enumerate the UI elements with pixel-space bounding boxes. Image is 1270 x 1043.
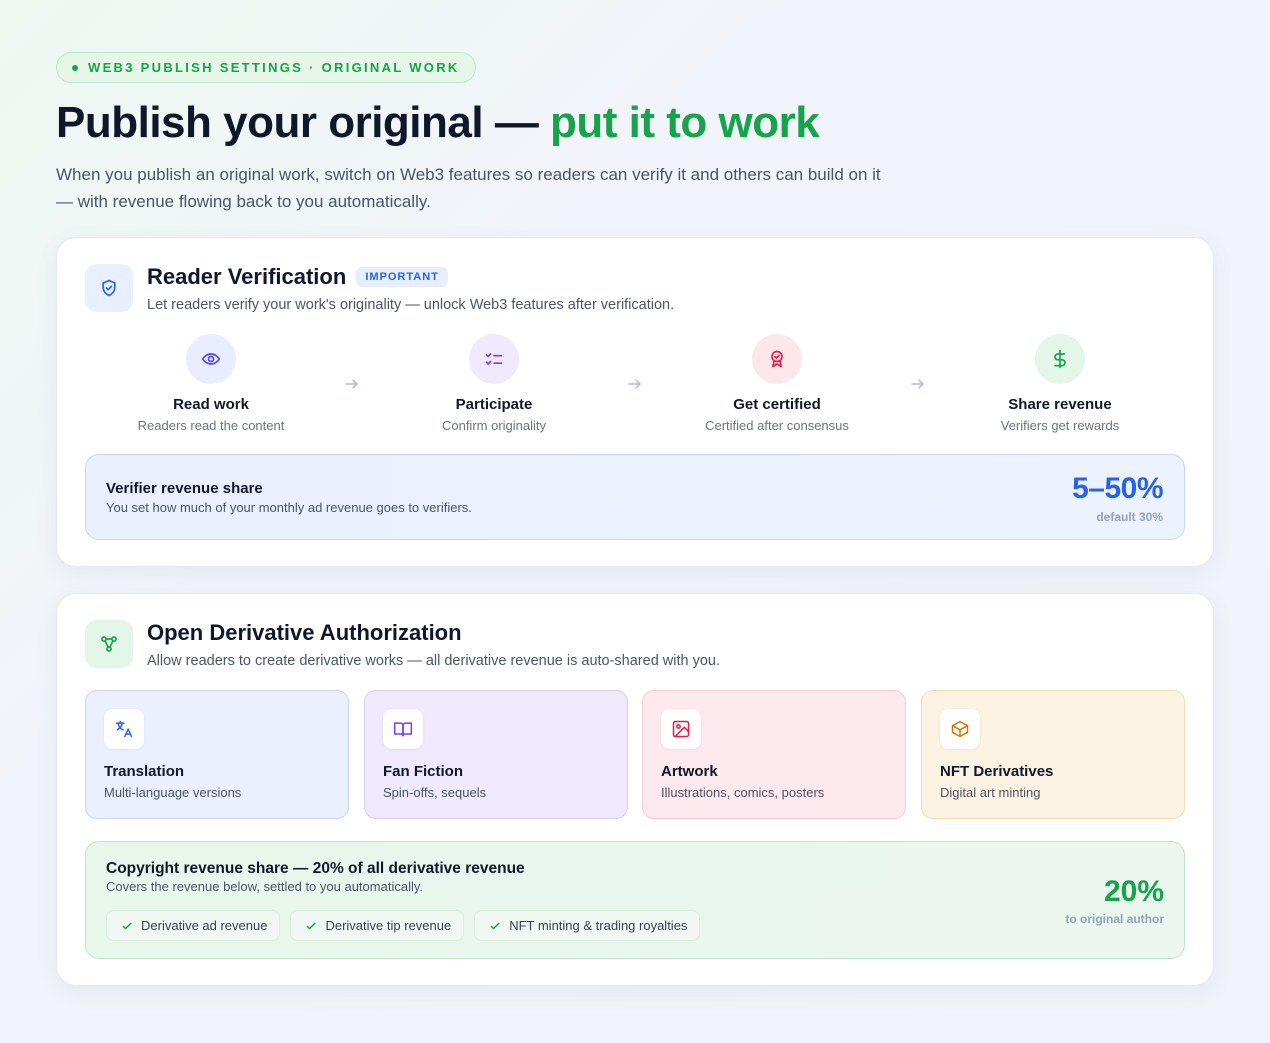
eyebrow-pill: WEB3 PUBLISH SETTINGS · ORIGINAL WORK: [56, 52, 476, 83]
step-subtitle: Readers read the content: [137, 418, 285, 433]
derivative-type-fan-fiction[interactable]: Fan Fiction Spin-offs, sequels: [364, 690, 628, 819]
step-subtitle: Certified after consensus: [705, 418, 849, 433]
reader-verification-card: Reader Verification IMPORTANT Let reader…: [56, 237, 1214, 567]
step-read-work: Read work Readers read the content: [101, 334, 321, 433]
page-title-main: Publish your original —: [56, 98, 551, 147]
step-title: Get certified: [733, 396, 821, 413]
cube-icon: [940, 709, 980, 749]
section-subtitle: Allow readers to create derivative works…: [147, 653, 721, 669]
image-icon: [661, 709, 701, 749]
checklist-icon: [469, 334, 519, 384]
step-subtitle: Confirm originality: [441, 418, 547, 433]
verifier-revenue-share-panel[interactable]: Verifier revenue share You set how much …: [85, 454, 1185, 540]
verification-steps: Read work Readers read the content Parti…: [85, 334, 1185, 444]
arrow-right-icon: [345, 379, 358, 389]
verifier-revenue-range: 5–50%: [1072, 472, 1163, 505]
dollar-icon: [1035, 334, 1085, 384]
step-title: Share revenue: [1008, 396, 1112, 413]
verifier-revenue-subtitle: You set how much of your monthly ad reve…: [106, 500, 472, 515]
copyright-share-note: to original author: [1065, 912, 1164, 926]
derivative-type-artwork[interactable]: Artwork Illustrations, comics, posters: [642, 690, 906, 819]
derivative-authorization-card: Open Derivative Authorization Allow read…: [56, 593, 1214, 986]
revenue-item-chip: Derivative tip revenue: [290, 910, 465, 941]
page-title: Publish your original — put it to work: [56, 98, 1214, 147]
copyright-revenue-share-panel: Copyright revenue share — 20% of all der…: [85, 841, 1185, 959]
derivative-type-subtitle: Multi-language versions: [104, 785, 242, 800]
translate-icon: [104, 709, 144, 749]
page: WEB3 PUBLISH SETTINGS · ORIGINAL WORK Pu…: [56, 52, 1214, 986]
step-title: Participate: [455, 396, 533, 413]
copyright-revenue-title: Copyright revenue share — 20% of all der…: [106, 860, 525, 877]
eyebrow-label: WEB3 PUBLISH SETTINGS · ORIGINAL WORK: [88, 60, 460, 75]
check-icon: [490, 922, 500, 929]
derivative-type-subtitle: Illustrations, comics, posters: [661, 785, 825, 800]
page-intro: When you publish an original work, switc…: [56, 165, 881, 212]
section-header: Open Derivative Authorization Allow read…: [85, 620, 720, 669]
eye-icon: [186, 334, 236, 384]
derivative-type-title: Artwork: [661, 763, 718, 780]
derivative-types: Translation Multi-language versions Fan …: [85, 690, 1185, 819]
revenue-item-chip: Derivative ad revenue: [106, 910, 281, 941]
arrow-right-icon: [628, 379, 641, 389]
derivative-type-translation[interactable]: Translation Multi-language versions: [85, 690, 349, 819]
section-title: Open Derivative Authorization: [147, 620, 462, 645]
section-subtitle: Let readers verify your work's originali…: [147, 297, 675, 313]
derivative-type-subtitle: Spin-offs, sequels: [383, 785, 487, 800]
verifier-revenue-title: Verifier revenue share: [106, 480, 263, 497]
arrow-right-icon: [911, 379, 924, 389]
step-get-certified: Get certified Certified after consensus: [667, 334, 887, 433]
derivative-type-subtitle: Digital art minting: [940, 785, 1041, 800]
derivative-type-title: Translation: [104, 763, 185, 780]
copyright-share-value: 20%: [1103, 875, 1164, 908]
check-icon: [306, 922, 316, 929]
revenue-items: Derivative ad revenue Derivative tip rev…: [106, 910, 701, 941]
revenue-item-chip: NFT minting & trading royalties: [474, 910, 701, 941]
book-icon: [383, 709, 423, 749]
page-title-accent: put it to work: [550, 98, 820, 147]
check-icon: [122, 922, 132, 929]
section-header: Reader Verification IMPORTANT Let reader…: [85, 264, 674, 313]
revenue-item-label: NFT minting & trading royalties: [509, 918, 688, 933]
verifier-revenue-default: default 30%: [1096, 510, 1163, 524]
derivative-type-nft[interactable]: NFT Derivatives Digital art minting: [921, 690, 1185, 819]
copyright-revenue-subtitle: Covers the revenue below, settled to you…: [106, 879, 423, 894]
derivative-type-title: Fan Fiction: [383, 763, 463, 780]
revenue-item-label: Derivative ad revenue: [141, 918, 268, 933]
important-badge: IMPORTANT: [356, 267, 448, 287]
derivative-type-title: NFT Derivatives: [940, 763, 1054, 780]
step-subtitle: Verifiers get rewards: [1000, 418, 1120, 433]
share-nodes-icon: [85, 620, 133, 668]
step-participate: Participate Confirm originality: [384, 334, 604, 433]
award-icon: [752, 334, 802, 384]
step-title: Read work: [173, 396, 249, 413]
revenue-item-label: Derivative tip revenue: [325, 918, 452, 933]
shield-check-icon: [85, 264, 133, 312]
section-title: Reader Verification: [147, 264, 347, 289]
step-share-revenue: Share revenue Verifiers get rewards: [950, 334, 1170, 433]
status-dot-icon: [72, 64, 78, 71]
